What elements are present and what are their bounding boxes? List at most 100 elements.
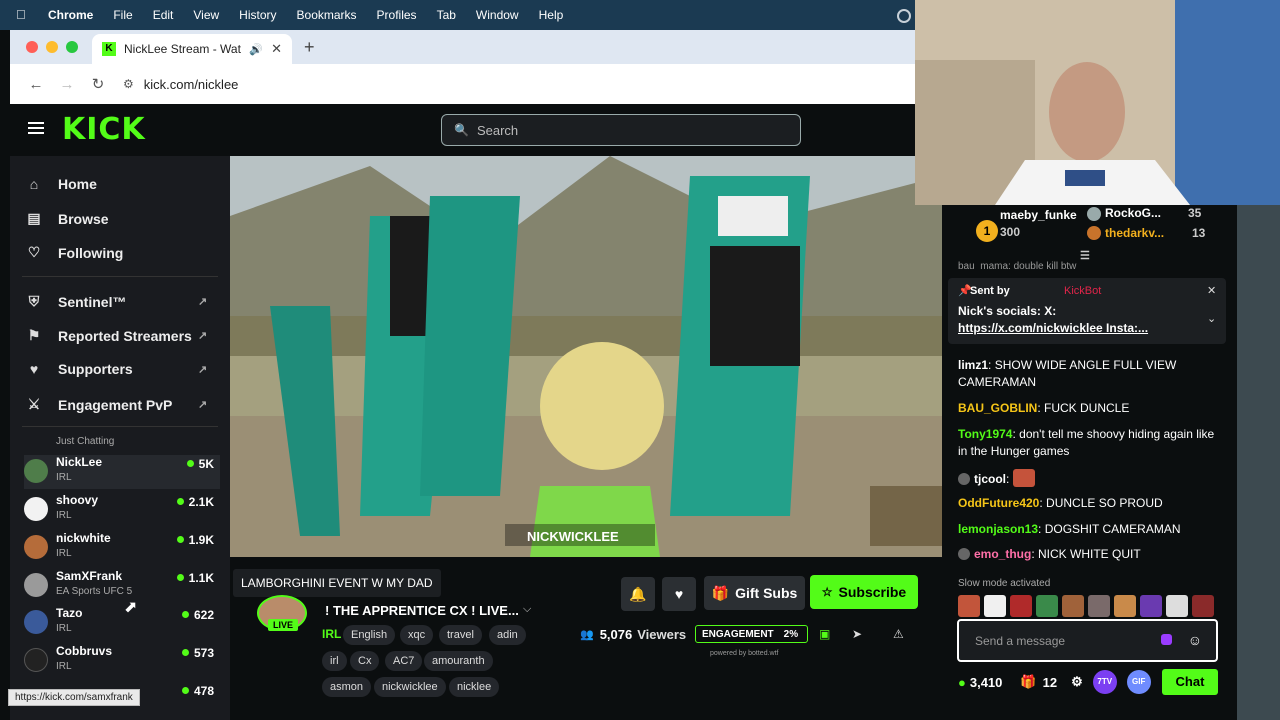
emote-icon[interactable]	[1166, 595, 1188, 617]
tag[interactable]: English	[343, 625, 396, 645]
forward-arrow-icon[interactable]: →	[53, 76, 81, 93]
emote-icon[interactable]	[1036, 595, 1058, 617]
leaderboard-name[interactable]: thedarkv...	[1105, 226, 1164, 240]
leaderboard-name[interactable]: RockoG...	[1105, 206, 1161, 220]
chat-send-button[interactable]: Chat	[1162, 669, 1218, 695]
address-bar[interactable]: ⚙ kick.com/nicklee	[123, 77, 238, 92]
menu-help[interactable]: Help	[539, 8, 564, 22]
channel-item-cobbruvs[interactable]: Cobbruvs IRL 573	[24, 644, 220, 678]
nav-engagement-pvp[interactable]: ⚔ Engagement PvP ↗	[24, 396, 208, 413]
nav-reported-streamers[interactable]: ⚑ Reported Streamers ↗	[24, 327, 208, 344]
video-player[interactable]: NICKWICKLEE	[230, 156, 942, 557]
emote-icon[interactable]	[1088, 595, 1110, 617]
menu-tab[interactable]: Tab	[437, 8, 456, 22]
follow-heart-button[interactable]: ♥	[662, 577, 696, 611]
points-icon: ●	[958, 674, 966, 690]
tag[interactable]: travel	[439, 625, 482, 645]
menu-app-name[interactable]: Chrome	[48, 8, 93, 22]
chat-username[interactable]: emo_thug	[974, 547, 1031, 561]
tag[interactable]: AC7	[385, 651, 423, 671]
tag[interactable]: irl	[322, 651, 347, 671]
menu-window[interactable]: Window	[476, 8, 519, 22]
kick-logo[interactable]: KICK	[62, 112, 146, 147]
menu-bookmarks[interactable]: Bookmarks	[297, 8, 357, 22]
share-icon[interactable]: ➤	[852, 627, 862, 641]
channel-item-nickwhite[interactable]: nickwhite IRL 1.9K	[24, 531, 220, 565]
nav-supporters[interactable]: ♥ Supporters ↗	[24, 361, 207, 377]
apple-icon[interactable]: 	[16, 8, 30, 22]
speaker-icon[interactable]: 🔊	[249, 43, 263, 56]
viewer-count: 1.9K	[177, 533, 214, 547]
channel-item-samxfrank[interactable]: SamXFrank EA Sports UFC 5 1.1K	[24, 569, 220, 603]
menu-history[interactable]: History	[239, 8, 276, 22]
back-arrow-icon[interactable]: ←	[22, 76, 50, 93]
browser-tab-active[interactable]: K NickLee Stream - Watch 🔊 ✕	[92, 34, 292, 64]
tab-title: NickLee Stream - Watch	[124, 42, 242, 56]
notification-bell-button[interactable]: 🔔	[621, 577, 655, 611]
7tv-icon[interactable]: 7TV	[1092, 670, 1117, 694]
chat-username[interactable]: BAU_GOBLIN	[958, 401, 1037, 415]
channel-item-tazo[interactable]: Tazo IRL 622	[24, 606, 220, 640]
emote-icon[interactable]	[1062, 595, 1084, 617]
new-tab-icon[interactable]: +	[304, 37, 315, 58]
url-text[interactable]: kick.com/nicklee	[144, 77, 239, 92]
gif-icon[interactable]: GIF	[1126, 670, 1151, 694]
close-window-button[interactable]	[26, 41, 38, 53]
nav-sentinel[interactable]: ⛨ Sentinel™ ↗	[24, 293, 207, 310]
chevron-down-icon[interactable]: ⌵	[523, 603, 531, 616]
channel-category-partial: Just Chatting	[56, 436, 115, 447]
menu-edit[interactable]: Edit	[153, 8, 174, 22]
leaderboard-name[interactable]: maeby_funke	[1000, 208, 1077, 222]
site-info-icon[interactable]: ⚙	[123, 77, 134, 91]
chat-username[interactable]: tjcool	[974, 472, 1006, 486]
chevron-down-icon[interactable]: ⌄	[1207, 312, 1216, 325]
gear-icon[interactable]: ⚙	[1071, 674, 1083, 690]
zoom-window-button[interactable]	[66, 41, 78, 53]
stream-category-link[interactable]: IRL	[322, 627, 341, 641]
menu-profiles[interactable]: Profiles	[377, 8, 417, 22]
menu-view[interactable]: View	[193, 8, 219, 22]
chat-username[interactable]: lemonjason13	[958, 522, 1038, 536]
clip-icon[interactable]: ▣	[819, 627, 830, 641]
emote-icon[interactable]	[958, 595, 980, 617]
chat-username[interactable]: OddFuture420	[958, 496, 1039, 510]
pinned-link[interactable]: https://x.com/nickwicklee Insta:...	[958, 321, 1148, 335]
channel-item-shoovy[interactable]: shoovy IRL 2.1K	[24, 493, 220, 527]
tag[interactable]: nicklee	[449, 677, 500, 697]
emoji-icon[interactable]: ☺	[1188, 632, 1202, 648]
close-tab-icon[interactable]: ✕	[271, 41, 282, 57]
chat-input[interactable]: Send a message ☺	[957, 619, 1218, 662]
tag[interactable]: adin	[489, 625, 526, 645]
chat-username[interactable]: limz1	[958, 358, 988, 372]
tag[interactable]: nickwicklee	[374, 677, 446, 697]
gift-subs-button[interactable]: 🎁 Gift Subs	[704, 576, 805, 610]
emote-icon[interactable]	[1010, 595, 1032, 617]
gift-count[interactable]: 12	[1043, 675, 1057, 690]
kicks-bag-icon[interactable]	[1161, 634, 1172, 645]
channel-name: nickwhite	[56, 531, 111, 545]
unpin-icon[interactable]: ✕	[1207, 284, 1216, 297]
emote-icon[interactable]	[984, 595, 1006, 617]
nav-browse[interactable]: ▤ Browse	[24, 210, 109, 227]
tag[interactable]: amouranth	[424, 651, 493, 671]
nav-following[interactable]: ♡ Following	[24, 244, 124, 261]
minimize-window-button[interactable]	[46, 41, 58, 53]
channel-item-nicklee[interactable]: NickLee IRL 5K	[24, 455, 220, 489]
emote-icon[interactable]	[1140, 595, 1162, 617]
control-center-icon[interactable]	[897, 9, 911, 23]
search-input[interactable]: 🔍 Search	[441, 114, 801, 146]
tag[interactable]: asmon	[322, 677, 372, 697]
points-value[interactable]: 3,410	[970, 675, 1003, 690]
menu-file[interactable]: File	[113, 8, 132, 22]
reload-icon[interactable]: ↻	[84, 75, 112, 93]
tag[interactable]: xqc	[400, 625, 434, 645]
subscribe-button[interactable]: ☆ Subscribe	[810, 575, 918, 609]
nav-browse-label: Browse	[58, 210, 109, 227]
report-warning-icon[interactable]: ⚠	[893, 627, 904, 641]
tag[interactable]: Cx	[350, 651, 380, 671]
nav-home[interactable]: ⌂ Home	[24, 176, 97, 192]
emote-icon[interactable]	[1114, 595, 1136, 617]
hamburger-menu-icon[interactable]	[28, 122, 44, 134]
chat-username[interactable]: Tony1974	[958, 427, 1012, 441]
emote-icon[interactable]	[1192, 595, 1214, 617]
